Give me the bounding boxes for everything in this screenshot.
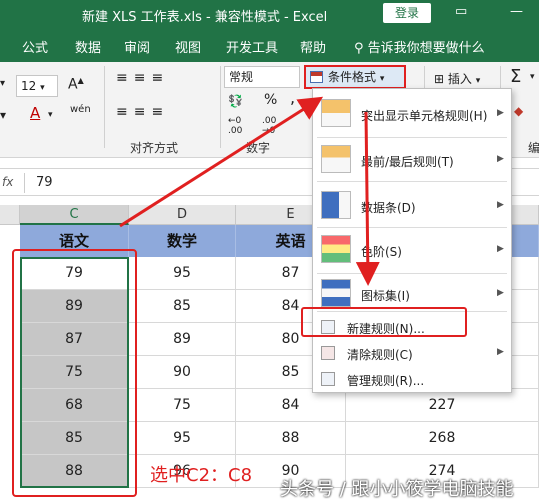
- data-bars-icon: [321, 191, 351, 219]
- restore-icon[interactable]: ▭: [455, 4, 467, 19]
- table-cell[interactable]: 85: [20, 422, 129, 455]
- table-cell[interactable]: 89: [20, 290, 129, 323]
- divider: [317, 227, 507, 228]
- phonetic-icon[interactable]: wén: [70, 104, 91, 115]
- chevron-right-icon: ▶: [497, 347, 504, 357]
- chevron-down-icon: ▾: [40, 83, 45, 93]
- insert-button[interactable]: ⊞ 插入 ▾: [434, 70, 480, 87]
- divider: [24, 173, 25, 193]
- chevron-down-icon: ▾: [475, 76, 481, 86]
- conditional-format-button[interactable]: 条件格式 ▾: [304, 65, 406, 89]
- chevron-right-icon: ▶: [497, 288, 504, 298]
- table-cell[interactable]: 79: [20, 257, 129, 290]
- chevron-down-icon[interactable]: ▾: [530, 72, 535, 82]
- table-cell[interactable]: 87: [20, 323, 129, 356]
- clear-icon[interactable]: ◆: [514, 104, 523, 118]
- divider: [317, 273, 507, 274]
- number-format-dropdown[interactable]: 常规: [224, 66, 300, 88]
- annotation-label: 选中C2：C8: [150, 465, 253, 486]
- table-cell[interactable]: 84: [236, 389, 346, 422]
- formula-input[interactable]: 79: [36, 175, 53, 190]
- conditional-format-icon: [310, 71, 323, 83]
- conditional-format-menu: 突出显示单元格规则(H) ▶ 最前/最后规则(T) ▶ 数据条(D) ▶ 色阶(…: [301, 88, 512, 393]
- group-number-label: 数字: [246, 141, 271, 155]
- chevron-down-icon: ▾: [379, 74, 385, 84]
- row-header-corner[interactable]: [0, 205, 20, 225]
- tab-review[interactable]: 审阅: [124, 37, 150, 56]
- window-title: 新建 XLS 工作表.xls - 兼容性模式 - Excel: [82, 10, 328, 25]
- table-cell[interactable]: 88: [236, 422, 346, 455]
- align-left-icons[interactable]: ≡≡≡: [116, 104, 169, 120]
- header-cell-chinese[interactable]: 语文: [20, 225, 129, 257]
- column-header-d[interactable]: D: [129, 205, 236, 225]
- divider: [104, 66, 105, 148]
- chevron-right-icon: ▶: [497, 244, 504, 254]
- search-icon: ⚲: [354, 41, 368, 56]
- login-button[interactable]: 登录: [383, 3, 431, 23]
- table-cell[interactable]: 75: [129, 389, 236, 422]
- column-header-c[interactable]: C: [20, 205, 129, 225]
- table-cell[interactable]: 89: [129, 323, 236, 356]
- font-color-icon[interactable]: A: [30, 104, 40, 122]
- minimize-icon[interactable]: —: [510, 4, 523, 19]
- divider: [317, 137, 507, 138]
- percent-button[interactable]: %: [264, 92, 277, 108]
- font-name-dropdown-edge[interactable]: ▾: [0, 78, 5, 89]
- table-cell[interactable]: 88: [20, 455, 129, 488]
- tell-me-search[interactable]: ⚲ 告诉我你想要做什么: [354, 37, 485, 56]
- menu-item-color-scales[interactable]: 色阶(S) ▶: [313, 229, 511, 273]
- top-bottom-rules-icon: [321, 145, 351, 173]
- menu-item-highlight-rules[interactable]: 突出显示单元格规则(H) ▶: [313, 93, 511, 137]
- manage-rules-icon: [321, 372, 335, 386]
- menu-item-clear-rules[interactable]: 清除规则(C) ▶: [313, 341, 511, 365]
- chevron-right-icon: ▶: [497, 154, 504, 164]
- table-cell[interactable]: 85: [129, 290, 236, 323]
- tab-view[interactable]: 视图: [175, 37, 201, 56]
- eraser-icon: [321, 346, 335, 360]
- divider: [220, 66, 221, 148]
- font-size-dropdown[interactable]: 12 ▾: [16, 75, 58, 97]
- ribbon-tab-bar: 公式 数据 审阅 视图 开发工具 帮助 ⚲ 告诉我你想要做什么: [0, 28, 539, 62]
- insert-cells-icon: ⊞: [434, 72, 448, 86]
- watermark-text: 头条号 / 跟小小筱学电脑技能: [280, 479, 514, 500]
- table-cell[interactable]: 75: [20, 356, 129, 389]
- table-cell[interactable]: 227: [346, 389, 539, 422]
- group-alignment-label: 对齐方式: [130, 141, 179, 155]
- align-top-icons[interactable]: ≡≡≡: [116, 70, 169, 86]
- currency-icon[interactable]: 💱: [228, 94, 243, 108]
- color-scales-icon: [321, 235, 351, 263]
- title-bar: 新建 XLS 工作表.xls - 兼容性模式 - Excel 登录 ▭ —: [0, 0, 539, 28]
- table-cell[interactable]: 95: [129, 257, 236, 290]
- increase-font-icon[interactable]: A▲: [68, 76, 84, 93]
- menu-item-top-bottom-rules[interactable]: 最前/最后规则(T) ▶: [313, 139, 511, 181]
- table-cell[interactable]: 68: [20, 389, 129, 422]
- decrease-decimal-icon[interactable]: .00 →0: [262, 116, 276, 136]
- table-cell[interactable]: 90: [129, 356, 236, 389]
- tab-data[interactable]: 数据: [75, 37, 101, 56]
- table-cell[interactable]: 95: [129, 422, 236, 455]
- increase-decimal-icon[interactable]: ←0.00: [228, 116, 242, 136]
- tab-developer[interactable]: 开发工具: [226, 37, 278, 56]
- icon-sets-icon: [321, 279, 351, 307]
- fx-icon[interactable]: fx: [2, 175, 13, 189]
- menu-item-manage-rules[interactable]: 管理规则(R)...: [313, 367, 511, 391]
- fill-color-chevron-icon[interactable]: ▾: [0, 108, 6, 122]
- menu-item-icon-sets[interactable]: 图标集(I) ▶: [313, 275, 511, 311]
- header-cell-math[interactable]: 数学: [129, 225, 236, 257]
- chevron-right-icon: ▶: [497, 108, 504, 118]
- tab-help[interactable]: 帮助: [300, 37, 326, 56]
- table-cell[interactable]: 268: [346, 422, 539, 455]
- group-edit-label: 编: [528, 141, 539, 155]
- chevron-down-icon[interactable]: ▾: [48, 110, 53, 120]
- highlight-rules-icon: [321, 99, 351, 127]
- comma-button[interactable]: ,: [290, 88, 295, 107]
- divider: [317, 181, 507, 182]
- menu-item-data-bars[interactable]: 数据条(D) ▶: [313, 185, 511, 227]
- chevron-right-icon: ▶: [497, 200, 504, 210]
- autosum-button[interactable]: Σ: [510, 66, 521, 87]
- new-rule-highlight-box: [301, 307, 467, 337]
- tab-formulas[interactable]: 公式: [22, 37, 48, 56]
